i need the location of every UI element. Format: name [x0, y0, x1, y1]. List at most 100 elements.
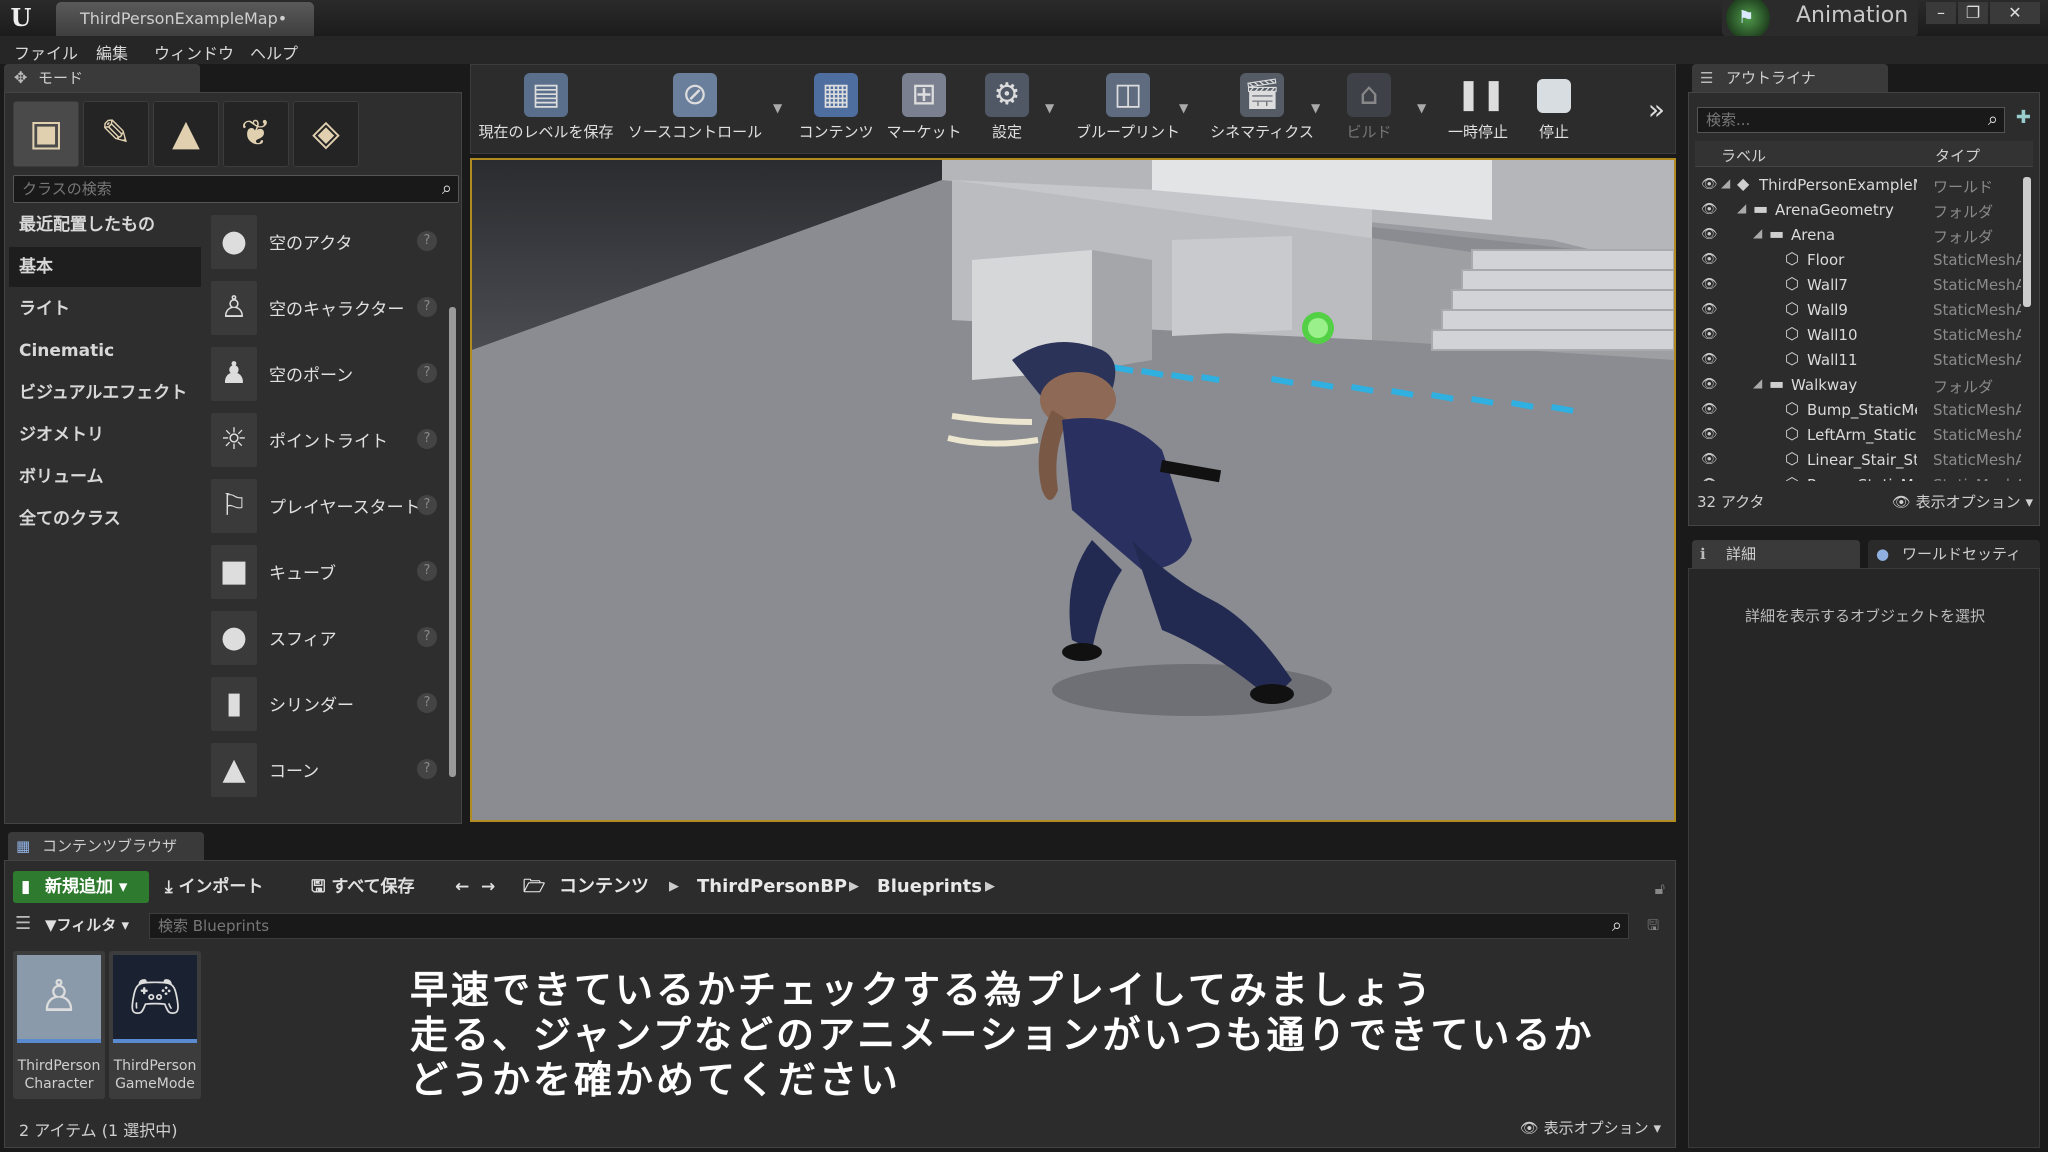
project-badge[interactable]: ⚑ Animation — [1722, 0, 1918, 40]
class-search-input[interactable]: クラスの検索 ⌕ — [13, 175, 459, 203]
category-cinematic[interactable]: Cinematic — [9, 331, 201, 371]
menu-edit[interactable]: 編集 — [96, 40, 128, 64]
modes-tab[interactable]: ✥ モード — [4, 64, 200, 92]
minimize-button[interactable]: – — [1926, 2, 1956, 24]
content-browser-tab[interactable]: ▦ コンテンツブラウザ — [8, 832, 204, 860]
expand-arrow-icon[interactable]: ◢ — [1753, 226, 1762, 240]
save-search-icon[interactable]: 🖫︎ — [1647, 915, 1659, 939]
level-tab[interactable]: ThirdPersonExampleMap• — [56, 2, 314, 36]
asset-tile[interactable]: ♙ ThirdPerson Character — [13, 951, 105, 1099]
breadcrumb-thirdpersonbp[interactable]: ThirdPersonBP — [697, 871, 847, 903]
paint-mode-icon[interactable]: ✎ — [83, 101, 149, 167]
chevron-down-icon[interactable]: ▼ — [1045, 101, 1054, 115]
outliner-row[interactable]: 👁︎ ⬡ Wall7 StaticMeshActor — [1695, 273, 2021, 298]
visibility-eye-icon[interactable]: 👁︎ — [1701, 427, 1718, 442]
lock-icon[interactable]: 🔓︎ — [1655, 879, 1665, 899]
breadcrumb-blueprints[interactable]: Blueprints — [877, 871, 982, 903]
category-geometry[interactable]: ジオメトリ — [9, 415, 201, 455]
close-button[interactable]: ✕ — [1990, 2, 2040, 24]
sources-panel-icon[interactable]: ☰ — [15, 913, 31, 934]
visibility-eye-icon[interactable]: 👁︎ — [1701, 477, 1718, 481]
filter-button[interactable]: ▼フィルタ ▾ — [45, 913, 129, 937]
import-button[interactable]: ⤓ インポート — [165, 871, 263, 903]
outliner-row[interactable]: 👁︎ ⬡ Linear_Stair_StaticMesh StaticMeshActo… — [1695, 448, 2021, 473]
expand-arrow-icon[interactable]: ◢ — [1721, 176, 1730, 190]
category-visual-effects[interactable]: ビジュアルエフェクト — [9, 373, 201, 413]
help-icon[interactable]: ? — [417, 297, 437, 317]
stop-button[interactable]: 停止 — [1521, 65, 1587, 155]
chevron-down-icon[interactable]: ▼ — [1179, 101, 1188, 115]
breadcrumb-separator-icon[interactable]: ▶ — [669, 871, 679, 903]
visibility-eye-icon[interactable]: 👁︎ — [1701, 377, 1718, 392]
breadcrumb-separator-icon[interactable]: ▶ — [849, 871, 859, 903]
help-icon[interactable]: ? — [417, 495, 437, 515]
outliner-row[interactable]: 👁︎ ⬡ Bump_StaticMesh StaticMeshActor — [1695, 398, 2021, 423]
help-icon[interactable]: ? — [417, 429, 437, 449]
outliner-row[interactable]: 👁︎ ⬡ Wall11 StaticMeshActor — [1695, 348, 2021, 373]
help-icon[interactable]: ? — [417, 561, 437, 581]
actor-item[interactable]: ▮ シリンダー? — [201, 673, 441, 737]
source-control-button[interactable]: ⊘ ソースコントロール — [621, 65, 769, 155]
content-button[interactable]: ▦ コンテンツ — [793, 65, 879, 155]
column-type[interactable]: タイプ — [1935, 145, 1980, 166]
blueprints-button[interactable]: ◫ ブループリント — [1065, 65, 1191, 155]
help-icon[interactable]: ? — [417, 693, 437, 713]
outliner-row[interactable]: 👁︎ ⬡ Wall10 StaticMeshActor — [1695, 323, 2021, 348]
category-recent[interactable]: 最近配置したもの — [9, 205, 201, 245]
outliner-row[interactable]: 👁︎ ◢ ▬ ArenaGeometry フォルダ — [1695, 198, 2021, 223]
actor-item[interactable]: ⚐ プレイヤースタート? — [201, 475, 441, 539]
save-level-button[interactable]: ▤ 現在のレベルを保存 — [475, 65, 617, 155]
visibility-eye-icon[interactable]: 👁︎ — [1701, 452, 1718, 467]
chevron-down-icon[interactable]: ▼ — [1417, 101, 1426, 115]
geometry-mode-icon[interactable]: ◈ — [293, 101, 359, 167]
landscape-mode-icon[interactable]: ▲ — [153, 101, 219, 167]
feedback-icon[interactable]: ⚑ — [1726, 0, 1770, 40]
outliner-row[interactable]: 👁︎ ⬡ Ramp_StaticMesh StaticMeshActor — [1695, 473, 2021, 481]
category-basic[interactable]: 基本 — [9, 247, 201, 287]
chevron-down-icon[interactable]: ▼ — [773, 101, 782, 115]
actor-list-scrollbar[interactable] — [449, 307, 456, 777]
build-button[interactable]: ⌂ ビルド — [1333, 65, 1405, 155]
help-icon[interactable]: ? — [417, 627, 437, 647]
visibility-eye-icon[interactable]: 👁︎ — [1701, 277, 1718, 292]
outliner-row[interactable]: 👁︎◢ ◆ ThirdPersonExampleMap ワールド — [1695, 173, 2021, 198]
breadcrumb-separator-icon[interactable]: ▶ — [985, 871, 995, 903]
menu-help[interactable]: ヘルプ — [250, 40, 298, 64]
category-all-classes[interactable]: 全てのクラス — [9, 499, 201, 539]
chevron-down-icon[interactable]: ▼ — [1311, 101, 1320, 115]
blueprints-search-input[interactable]: 検索 Blueprints ⌕ — [149, 913, 1629, 939]
menu-file[interactable]: ファイル — [14, 40, 78, 64]
outliner-row[interactable]: 👁︎ ◢ ▬ Arena フォルダ — [1695, 223, 2021, 248]
details-tab[interactable]: ℹ 詳細 — [1692, 540, 1860, 568]
actor-item[interactable]: ▲ コーン? — [201, 739, 441, 803]
visibility-eye-icon[interactable]: 👁︎ — [1701, 327, 1718, 342]
outliner-row[interactable]: 👁︎ ⬡ LeftArm_StaticMesh StaticMeshActor — [1695, 423, 2021, 448]
folder-icon[interactable]: 🗁︎ — [523, 871, 545, 903]
world-settings-tab[interactable]: ● ワールドセッティング — [1868, 540, 2040, 568]
help-icon[interactable]: ? — [417, 231, 437, 251]
add-new-button[interactable]: ▮ 新規追加 ▾ — [13, 871, 149, 903]
actor-item[interactable]: ● 空のアクタ? — [201, 211, 441, 275]
level-viewport[interactable] — [470, 158, 1676, 822]
visibility-eye-icon[interactable]: 👁︎ — [1701, 202, 1718, 217]
asset-tile[interactable]: 🎮︎ ThirdPerson GameMode — [109, 951, 201, 1099]
breadcrumb-content[interactable]: コンテンツ — [559, 871, 649, 903]
toolbar-overflow-icon[interactable]: » — [1648, 93, 1665, 126]
pause-button[interactable]: ❚❚ 一時停止 — [1437, 65, 1519, 155]
category-volumes[interactable]: ボリューム — [9, 457, 201, 497]
expand-arrow-icon[interactable]: ◢ — [1753, 376, 1762, 390]
visibility-eye-icon[interactable]: 👁︎ — [1701, 402, 1718, 417]
visibility-eye-icon[interactable]: 👁︎ — [1701, 227, 1718, 242]
outliner-row[interactable]: 👁︎ ⬡ Wall9 StaticMeshActor — [1695, 298, 2021, 323]
visibility-eye-icon[interactable]: 👁︎ — [1701, 252, 1718, 267]
outliner-tab[interactable]: ☰ アウトライナ — [1692, 64, 1888, 92]
back-button[interactable]: ← — [455, 871, 469, 903]
settings-button[interactable]: ⚙ 設定 — [971, 65, 1043, 155]
save-all-button[interactable]: 🖫︎ すべて保存 — [311, 871, 415, 903]
marketplace-button[interactable]: ⊞ マーケット — [881, 65, 967, 155]
menu-window[interactable]: ウィンドウ — [154, 40, 234, 64]
visibility-eye-icon[interactable]: 👁︎ — [1701, 352, 1718, 367]
category-lights[interactable]: ライト — [9, 289, 201, 329]
help-icon[interactable]: ? — [417, 363, 437, 383]
outliner-search-input[interactable]: 検索... ⌕ — [1697, 107, 2005, 133]
